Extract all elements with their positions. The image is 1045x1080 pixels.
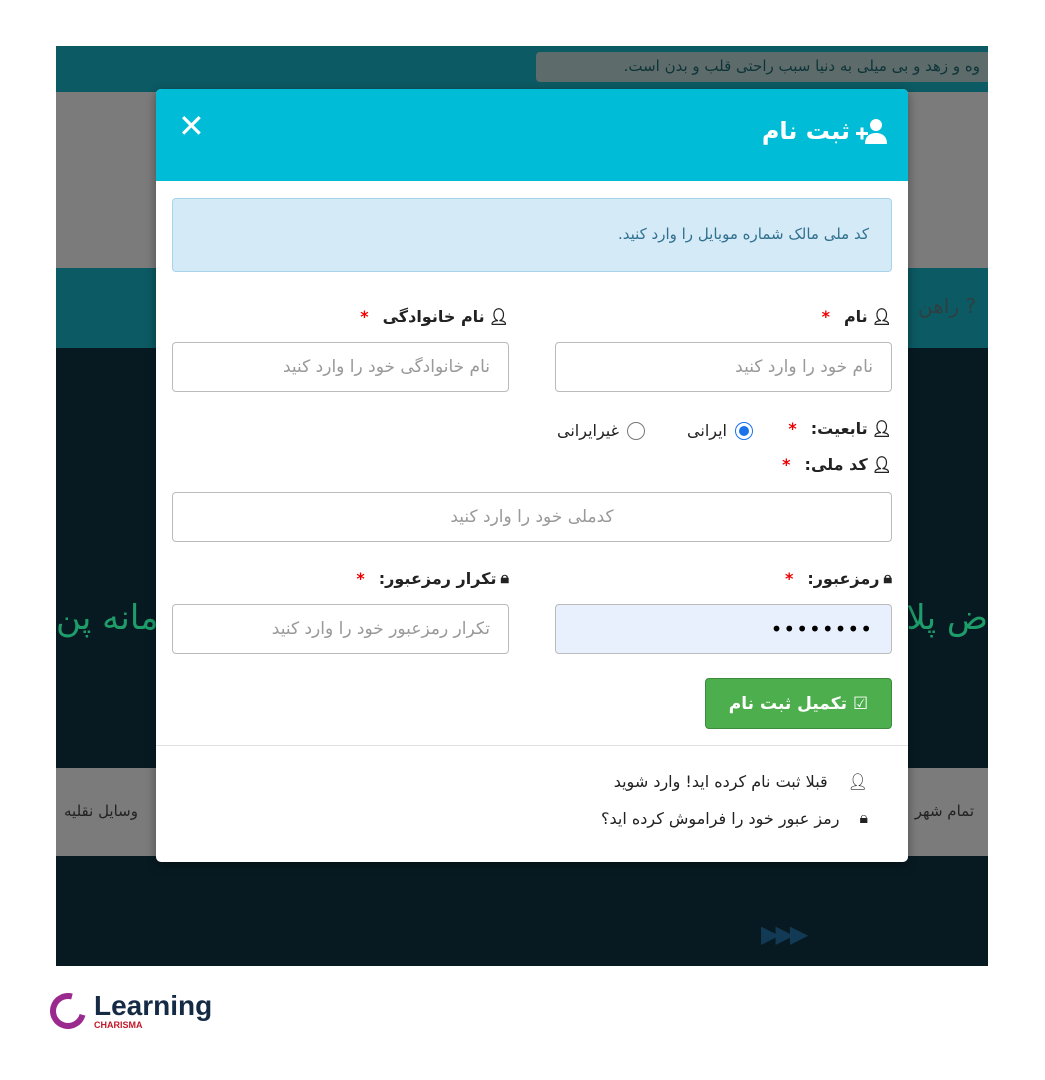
modal-title: ثبت نام [762,117,888,145]
complete-registration-button[interactable]: ☑ تکمیل ثبت نام [705,678,892,729]
category-left: وسایل نقلیه [64,802,138,820]
modal-title-text: ثبت نام [761,117,850,145]
lock-icon: 🔒︎ [500,568,509,587]
national-code-label: 👤︎ کد ملی: * [782,455,892,474]
logo-ring-icon [43,986,93,1036]
logo-subtext: CHARISMA [94,1020,143,1030]
national-code-input[interactable] [172,492,892,542]
lock-icon: 🔒︎ [883,568,892,587]
radio-non-iranian[interactable]: غیرایرانی [557,421,645,440]
user-icon: 👤︎ [488,307,509,326]
required-mark: * [788,419,797,438]
button-label: تکمیل ثبت نام [728,693,847,714]
user-icon: 👤︎ [871,455,892,474]
forgot-password-link[interactable]: 🔒︎ رمز عبور خود را فراموش کرده اید؟ [601,808,868,828]
close-button[interactable]: ✕ [178,107,205,145]
user-icon: 👤︎ [871,307,892,326]
password-input[interactable] [555,604,892,654]
link-text[interactable]: قبلا ثبت نام کرده اید! وارد شوید [614,772,828,791]
last-name-input[interactable] [172,342,509,392]
radio-label: ایرانی [687,421,727,440]
password-repeat-input[interactable] [172,604,509,654]
radio-button[interactable] [735,421,753,440]
first-name-input[interactable] [555,342,892,392]
user-icon: 👤︎ [871,419,892,438]
label-text: کد ملی: [804,455,868,474]
link-text[interactable]: رمز عبور خود را فراموش کرده اید؟ [601,809,840,828]
radio-button[interactable] [627,421,645,440]
logo-text: Learning [94,990,213,1021]
arrows-decoration: ▶▶▶ [761,920,808,948]
label-text: تکرار رمزعبور: [378,568,497,588]
radio-iranian[interactable]: ایرانی [687,421,753,440]
required-mark: * [356,568,365,588]
user-plus-icon [856,119,887,144]
last-name-label: 👤︎ نام خانوادگی * [360,307,509,326]
first-name-label: 👤︎ نام * [822,307,892,326]
password-label: 🔒︎ رمزعبور: * [785,568,892,588]
radio-label: غیرایرانی [557,421,619,440]
required-mark: * [782,455,791,474]
password-repeat-label: 🔒︎ تکرار رمزعبور: * [356,568,509,588]
label-text: نام [843,307,868,326]
label-text: نام خانوادگی [382,307,485,326]
hero-text-right: ض پلا [906,598,988,638]
register-modal: ثبت نام ✕ کد ملی مالک شماره موبایل را وا… [156,89,908,862]
category-right: تمام شهر [914,802,974,820]
hero-text-left: مانه پن [56,598,159,638]
top-bar: وه و زهد و بی میلی به دنیا سبب راحتی قلب… [56,46,988,92]
login-link[interactable]: 👤︎ قبلا ثبت نام کرده اید! وارد شوید [614,772,868,791]
learning-charisma-logo: Learning CHARISMA [43,986,213,1036]
required-mark: * [360,307,369,326]
info-alert: کد ملی مالک شماره موبایل را وارد کنید. [172,198,892,272]
required-mark: * [821,307,830,326]
user-icon: 👤︎ [847,772,868,791]
check-square-icon: ☑ [852,693,869,714]
lock-icon: 🔒︎ [859,808,868,827]
label-text: تابعیت: [810,419,868,438]
nationality-label: 👤︎ تابعیت: * [788,419,892,438]
label-text: رمزعبور: [807,568,880,588]
nav-help: ? راهن [918,294,976,318]
required-mark: * [784,568,794,588]
modal-header: ثبت نام ✕ [156,89,908,181]
quote-banner: وه و زهد و بی میلی به دنیا سبب راحتی قلب… [536,52,988,82]
divider [156,745,908,746]
